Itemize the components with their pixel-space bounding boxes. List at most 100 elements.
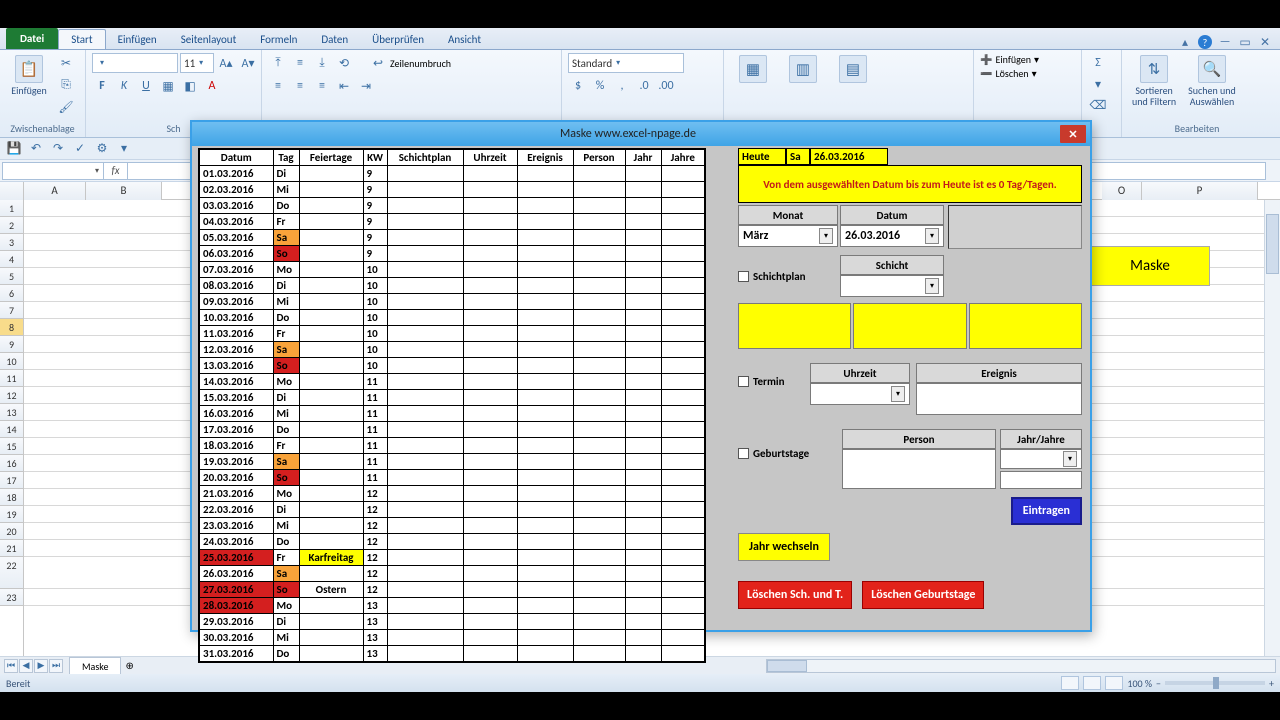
shrink-font-icon[interactable]: A▾ [238, 53, 258, 73]
sheet-tab-maske[interactable]: Maske [69, 657, 121, 675]
table-row[interactable]: 17.03.2016Do11 [199, 422, 705, 438]
tab-layout[interactable]: Seitenlayout [169, 30, 249, 49]
table-row[interactable]: 28.03.2016Mo13 [199, 598, 705, 614]
font-color-icon[interactable]: A [202, 76, 222, 96]
table-row[interactable]: 16.03.2016Mi11 [199, 406, 705, 422]
table-row[interactable]: 27.03.2016SoOstern12 [199, 582, 705, 598]
tab-nav-last-icon[interactable]: ⏭ [49, 659, 63, 673]
percent-icon[interactable]: % [590, 76, 610, 96]
row-header[interactable]: 22 [0, 557, 23, 589]
row-header[interactable]: 10 [0, 353, 23, 370]
decrease-indent-icon[interactable]: ⇤ [334, 76, 354, 96]
zoom-out-icon[interactable]: − [1156, 677, 1161, 690]
orientation-icon[interactable]: ⟲ [334, 53, 354, 73]
jahre-input[interactable] [1000, 471, 1082, 489]
wrap-text-icon[interactable]: ↩ [368, 53, 388, 73]
table-row[interactable]: 26.03.2016Sa12 [199, 566, 705, 582]
select-all-cell[interactable] [0, 182, 24, 200]
table-row[interactable]: 23.03.2016Mi12 [199, 518, 705, 534]
cut-icon[interactable]: ✂ [56, 53, 76, 73]
align-top-icon[interactable]: ⤒ [268, 53, 288, 73]
row-header[interactable]: 4 [0, 251, 23, 268]
chevron-down-icon[interactable]: ▾ [925, 228, 939, 244]
autosum-icon[interactable]: Σ [1088, 53, 1108, 73]
row-header[interactable]: 20 [0, 523, 23, 540]
table-row[interactable]: 15.03.2016Di11 [199, 390, 705, 406]
tab-review[interactable]: Überprüfen [360, 30, 436, 49]
format-painter-icon[interactable]: 🖌 [56, 97, 76, 117]
row-header[interactable]: 5 [0, 268, 23, 285]
col-header-A[interactable]: A [24, 182, 86, 200]
schichtplan-checkbox[interactable] [738, 271, 749, 282]
table-row[interactable]: 22.03.2016Di12 [199, 502, 705, 518]
ereignis-input[interactable] [916, 383, 1082, 415]
format-table-button[interactable]: ▥ [780, 53, 826, 87]
cond-format-button[interactable]: ▦ [730, 53, 776, 87]
table-row[interactable]: 08.03.2016Di10 [199, 278, 705, 294]
qat-custom-icon[interactable]: ✓ [70, 139, 90, 159]
row-header[interactable]: 17 [0, 472, 23, 489]
uhrzeit-combo[interactable]: ▾ [810, 383, 910, 405]
datum-combo[interactable]: 26.03.2016▾ [840, 225, 944, 247]
tab-nav-next-icon[interactable]: ▶ [34, 659, 48, 673]
horizontal-scrollbar[interactable] [766, 659, 1276, 673]
table-row[interactable]: 21.03.2016Mo12 [199, 486, 705, 502]
minimize-ribbon-icon[interactable]: ▴ [1178, 35, 1192, 49]
name-box[interactable]: ▾ [2, 162, 104, 180]
sort-filter-button[interactable]: ⇅Sortieren und Filtern [1128, 53, 1180, 109]
table-row[interactable]: 18.03.2016Fr11 [199, 438, 705, 454]
align-left-icon[interactable]: ≡ [268, 76, 288, 96]
row-header[interactable]: 12 [0, 387, 23, 404]
wrap-text-label[interactable]: Zeilenumbruch [390, 57, 451, 70]
dialog-close-button[interactable]: ✕ [1060, 125, 1086, 143]
geburtstage-checkbox[interactable] [738, 448, 749, 459]
row-header[interactable]: 21 [0, 540, 23, 557]
vertical-scrollbar[interactable] [1264, 200, 1280, 656]
close-window-icon[interactable]: ✕ [1258, 35, 1272, 49]
align-right-icon[interactable]: ≡ [312, 76, 332, 96]
monat-combo[interactable]: März▾ [738, 225, 838, 247]
table-row[interactable]: 12.03.2016Sa10 [199, 342, 705, 358]
table-row[interactable]: 20.03.2016So11 [199, 470, 705, 486]
table-row[interactable]: 30.03.2016Mi13 [199, 630, 705, 646]
new-sheet-icon[interactable]: ⊕ [121, 659, 137, 672]
view-layout-icon[interactable] [1083, 676, 1101, 690]
fill-icon[interactable]: ▾ [1088, 74, 1108, 94]
tab-nav-prev-icon[interactable]: ◀ [19, 659, 33, 673]
table-row[interactable]: 24.03.2016Do12 [199, 534, 705, 550]
row-header[interactable]: 7 [0, 302, 23, 319]
table-row[interactable]: 06.03.2016So9 [199, 246, 705, 262]
increase-decimal-icon[interactable]: .0 [634, 76, 654, 96]
view-pagebreak-icon[interactable] [1105, 676, 1123, 690]
table-row[interactable]: 11.03.2016Fr10 [199, 326, 705, 342]
font-size-combo[interactable]: 11▾ [180, 53, 214, 73]
italic-icon[interactable]: K [114, 76, 134, 96]
grow-font-icon[interactable]: A▴ [216, 53, 236, 73]
view-normal-icon[interactable] [1061, 676, 1079, 690]
loeschen-sch-button[interactable]: Löschen Sch. und T. [738, 581, 852, 609]
jahr-combo[interactable]: ▾ [1000, 449, 1082, 469]
col-header-O[interactable]: O [1102, 182, 1142, 200]
table-row[interactable]: 25.03.2016FrKarfreitag12 [199, 550, 705, 566]
find-select-button[interactable]: 🔍Suchen und Auswählen [1184, 53, 1240, 109]
paste-button[interactable]: 📋 Einfügen [6, 53, 52, 98]
tab-view[interactable]: Ansicht [436, 30, 493, 49]
maske-sheet-button[interactable]: Maske [1090, 246, 1210, 286]
tab-data[interactable]: Daten [309, 30, 360, 49]
col-header-P[interactable]: P [1142, 182, 1258, 200]
row-header[interactable]: 18 [0, 489, 23, 506]
insert-cells-button[interactable]: ➕Einfügen ▾ [980, 53, 1039, 66]
border-icon[interactable]: ▦ [158, 76, 178, 96]
minimize-icon[interactable]: — [1218, 35, 1232, 49]
fx-button[interactable]: fx [104, 162, 128, 180]
delete-cells-button[interactable]: ➖Löschen ▾ [980, 67, 1037, 80]
jahr-wechseln-button[interactable]: Jahr wechseln [738, 533, 830, 561]
row-header[interactable]: 2 [0, 217, 23, 234]
tab-home[interactable]: Start [58, 29, 105, 49]
copy-icon[interactable]: ⎘ [56, 75, 76, 95]
schicht-combo[interactable]: ▾ [840, 275, 944, 297]
cell-styles-button[interactable]: ▤ [830, 53, 876, 87]
loeschen-geb-button[interactable]: Löschen Geburtstage [862, 581, 984, 609]
help-icon[interactable]: ? [1198, 35, 1212, 49]
table-row[interactable]: 02.03.2016Mi9 [199, 182, 705, 198]
